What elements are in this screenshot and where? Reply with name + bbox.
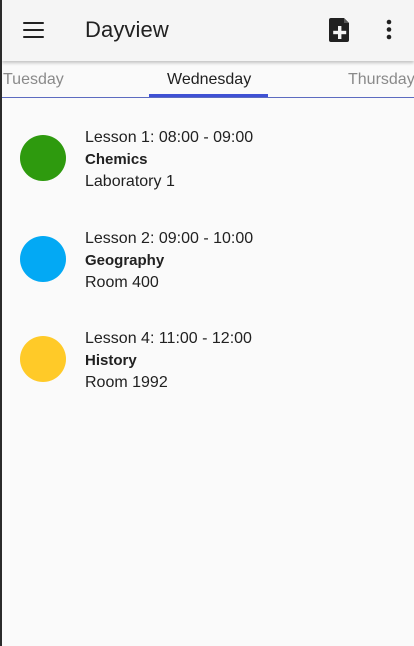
add-lesson-button[interactable]	[329, 17, 353, 43]
more-options-button[interactable]	[377, 17, 401, 43]
lesson-color-dot	[20, 236, 66, 282]
lesson-item[interactable]: Lesson 1: 08:00 - 09:00 Chemics Laborato…	[2, 127, 414, 207]
hamburger-menu-icon-line	[23, 29, 44, 32]
lesson-subject: Chemics	[85, 151, 148, 168]
lesson-details: Lesson 2: 09:00 - 10:00 Geography Room 4…	[85, 228, 253, 294]
lesson-item[interactable]: Lesson 2: 09:00 - 10:00 Geography Room 4…	[2, 228, 414, 308]
tab-previous-day[interactable]: Tuesday	[3, 71, 64, 89]
lesson-color-dot	[20, 135, 66, 181]
lesson-item[interactable]: Lesson 4: 11:00 - 12:00 History Room 199…	[2, 328, 414, 408]
hamburger-menu-icon-line	[23, 36, 44, 39]
tab-current-day[interactable]: Wednesday	[167, 71, 251, 89]
lesson-time: Lesson 2: 09:00 - 10:00	[85, 230, 254, 247]
lesson-color-dot	[20, 336, 66, 382]
lesson-subject: History	[85, 352, 137, 369]
add-document-icon	[329, 18, 349, 42]
lesson-details: Lesson 4: 11:00 - 12:00 History Room 199…	[85, 328, 252, 394]
lesson-subject: Geography	[85, 252, 165, 269]
lesson-room: Room 400	[85, 274, 159, 291]
lesson-room: Laboratory 1	[85, 173, 175, 190]
app-bar: Dayview	[2, 0, 414, 61]
page-title: Dayview	[85, 17, 169, 42]
tab-indicator	[149, 94, 268, 97]
hamburger-menu-icon	[23, 22, 44, 25]
app-screen: Dayview Tuesday Wednesday Thursday Lesso	[0, 0, 414, 646]
tab-next-day[interactable]: Thursday	[348, 71, 414, 89]
lesson-details: Lesson 1: 08:00 - 09:00 Chemics Laborato…	[85, 127, 253, 193]
day-tabs: Tuesday Wednesday Thursday	[2, 61, 414, 98]
lesson-room: Room 1992	[85, 374, 168, 391]
lesson-time: Lesson 4: 11:00 - 12:00	[85, 330, 252, 347]
more-vertical-icon	[386, 19, 392, 40]
menu-button[interactable]	[22, 19, 46, 41]
lesson-time: Lesson 1: 08:00 - 09:00	[85, 129, 254, 146]
